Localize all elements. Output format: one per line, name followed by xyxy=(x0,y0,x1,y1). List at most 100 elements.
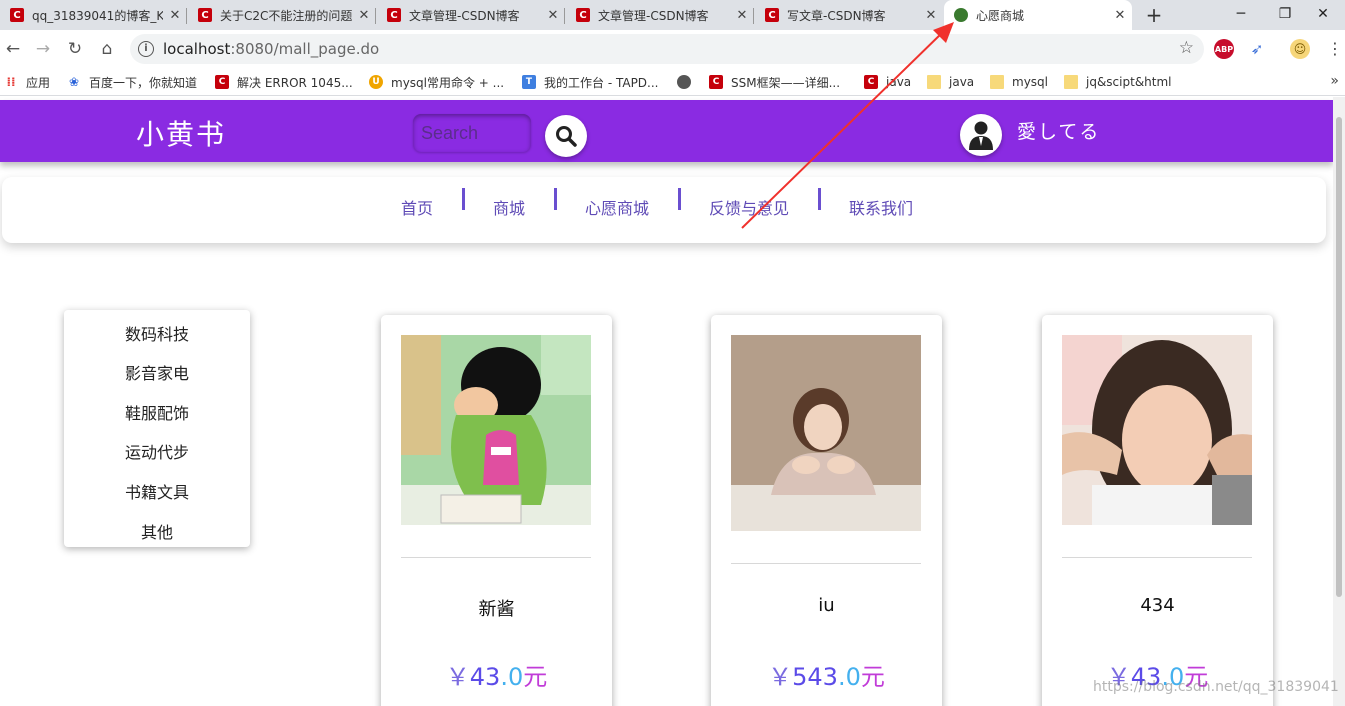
close-icon[interactable]: ✕ xyxy=(730,8,754,23)
close-icon[interactable]: ✕ xyxy=(541,8,565,23)
bookmark-item[interactable]: ⁞⁞ 应用 xyxy=(4,73,50,91)
folder-icon xyxy=(1064,75,1078,89)
u-icon: U xyxy=(369,75,383,89)
card-divider xyxy=(731,563,921,564)
nav-contact[interactable]: 联系我们 xyxy=(849,197,913,221)
nav-divider xyxy=(554,188,557,210)
search-icon xyxy=(556,126,577,147)
page-viewport: 小黄书 愛してる 首页 商城 心愿商城 反馈与意见 联系我们 数码科技 xyxy=(0,97,1333,706)
tab-title: 关于C2C不能注册的问题 xyxy=(220,8,352,23)
search-button[interactable] xyxy=(545,115,587,157)
csdn-icon: C xyxy=(765,8,779,22)
close-icon[interactable]: ✕ xyxy=(163,8,187,23)
bookmark-folder[interactable]: mysql xyxy=(990,73,1048,91)
bookmark-star-icon[interactable]: ☆ xyxy=(1179,38,1194,58)
main-nav: 首页 商城 心愿商城 反馈与意见 联系我们 xyxy=(2,177,1326,243)
globe-icon xyxy=(677,75,691,89)
bookmark-folder[interactable]: jq&scipt&html xyxy=(1064,73,1172,91)
site-logo-icon xyxy=(954,8,968,22)
nav-divider xyxy=(678,188,681,210)
watermark: https://blog.csdn.net/qq_31839041 xyxy=(1093,679,1339,695)
product-name[interactable]: iu xyxy=(711,595,942,616)
category-item[interactable]: 鞋服配饰 xyxy=(64,400,250,424)
page-scrollbar[interactable] xyxy=(1333,97,1345,706)
browser-menu-icon[interactable]: ⋮ xyxy=(1327,39,1343,58)
browser-tab[interactable]: C 文章管理-CSDN博客 ✕ xyxy=(566,0,754,30)
back-icon[interactable]: ← xyxy=(2,38,24,60)
product-name[interactable]: 新酱 xyxy=(381,595,612,621)
bookmarks-bar: ⁞⁞ 应用 ❀ 百度一下，你就知道 C 解决 ERROR 1045... Umysql… xyxy=(0,68,1345,96)
tab-title: 写文章-CSDN博客 xyxy=(787,8,886,23)
home-icon[interactable]: ⌂ xyxy=(96,38,118,60)
csdn-icon: C xyxy=(709,75,723,89)
bookmark-item[interactable]: T 我的工作台 - TAPD... xyxy=(522,73,659,91)
csdn-icon: C xyxy=(10,8,24,22)
bookmark-folder[interactable]: java xyxy=(927,73,974,91)
bookmark-item[interactable]: C 解决 ERROR 1045... xyxy=(215,73,353,91)
info-icon[interactable]: i xyxy=(138,41,154,57)
browser-tab[interactable]: C qq_31839041的博客_K ✕ xyxy=(0,0,187,30)
category-item[interactable]: 数码科技 xyxy=(64,321,250,345)
window-close-icon[interactable]: ✕ xyxy=(1301,0,1345,30)
folder-icon xyxy=(990,75,1004,89)
category-menu: 数码科技 影音家电 鞋服配饰 运动代步 书籍文具 其他 xyxy=(64,310,250,547)
reload-icon[interactable]: ↻ xyxy=(64,38,86,60)
product-image[interactable] xyxy=(401,335,591,525)
profile-avatar-icon[interactable]: ☺ xyxy=(1290,39,1310,59)
close-icon[interactable]: ✕ xyxy=(1108,8,1132,23)
bookmark-item[interactable]: Cjava xyxy=(864,73,911,91)
browser-tab[interactable]: C 文章管理-CSDN博客 ✕ xyxy=(377,0,565,30)
nav-wish-mall[interactable]: 心愿商城 xyxy=(585,197,649,221)
scrollbar-thumb[interactable] xyxy=(1336,117,1342,597)
url-text[interactable]: localhost:8080/mall_page.do xyxy=(163,34,379,64)
user-avatar[interactable] xyxy=(960,114,1002,156)
username[interactable]: 愛してる xyxy=(1017,117,1100,144)
card-divider xyxy=(401,557,591,558)
product-image[interactable] xyxy=(1062,335,1252,525)
nav-home[interactable]: 首页 xyxy=(401,197,433,221)
tab-title: 文章管理-CSDN博客 xyxy=(598,8,709,23)
category-item[interactable]: 影音家电 xyxy=(64,360,250,384)
tapd-icon: T xyxy=(522,75,536,89)
adblock-extension-icon[interactable]: ABP xyxy=(1214,39,1234,59)
tab-title: 文章管理-CSDN博客 xyxy=(409,8,520,23)
product-card[interactable]: 434 ￥43.0元 xyxy=(1042,315,1273,706)
csdn-icon: C xyxy=(576,8,590,22)
close-icon[interactable]: ✕ xyxy=(919,8,943,23)
browser-tab[interactable]: C 关于C2C不能注册的问题 ✕ xyxy=(188,0,376,30)
csdn-icon: C xyxy=(198,8,212,22)
bookmarks-overflow-icon[interactable]: » xyxy=(1330,73,1339,89)
user-icon xyxy=(969,121,993,150)
browser-tab-active[interactable]: 心愿商城 ✕ xyxy=(944,0,1132,30)
forward-icon[interactable]: → xyxy=(32,38,54,60)
apps-icon: ⁞⁞ xyxy=(4,75,18,89)
bookmark-item[interactable]: ❀ 百度一下，你就知道 xyxy=(67,73,197,91)
site-logo[interactable]: 小黄书 xyxy=(136,113,226,153)
product-card[interactable]: iu ￥543.0元 xyxy=(711,315,942,706)
tab-title: qq_31839041的博客_K xyxy=(32,8,163,23)
bird-extension-icon[interactable]: ➶ xyxy=(1247,39,1267,59)
product-image[interactable] xyxy=(731,335,921,531)
category-item[interactable]: 其他 xyxy=(64,519,250,543)
csdn-icon: C xyxy=(864,75,878,89)
address-bar[interactable]: i localhost:8080/mall_page.do ☆ xyxy=(130,34,1204,64)
csdn-icon: C xyxy=(215,75,229,89)
bookmark-item[interactable]: C SSM框架——详细... xyxy=(677,73,840,91)
tab-strip: C qq_31839041的博客_K ✕ C 关于C2C不能注册的问题 ✕ C … xyxy=(0,0,1345,30)
category-item[interactable]: 书籍文具 xyxy=(64,479,250,503)
nav-divider xyxy=(462,188,465,210)
card-divider xyxy=(1062,557,1252,558)
product-name[interactable]: 434 xyxy=(1042,595,1273,616)
nav-feedback[interactable]: 反馈与意见 xyxy=(709,197,789,221)
close-icon[interactable]: ✕ xyxy=(352,8,376,23)
search-input[interactable] xyxy=(413,114,531,152)
new-tab-icon[interactable]: + xyxy=(1142,3,1166,27)
category-item[interactable]: 运动代步 xyxy=(64,439,250,463)
minimize-icon[interactable]: ─ xyxy=(1219,0,1263,30)
tab-title: 心愿商城 xyxy=(976,8,1025,23)
product-price: ￥43.0元 xyxy=(445,663,548,691)
bookmark-item[interactable]: Umysql常用命令 + ... xyxy=(369,73,504,91)
browser-tab[interactable]: C 写文章-CSDN博客 ✕ xyxy=(755,0,943,30)
product-card[interactable]: 新酱 ￥43.0元 xyxy=(381,315,612,706)
nav-mall[interactable]: 商城 xyxy=(493,197,525,221)
